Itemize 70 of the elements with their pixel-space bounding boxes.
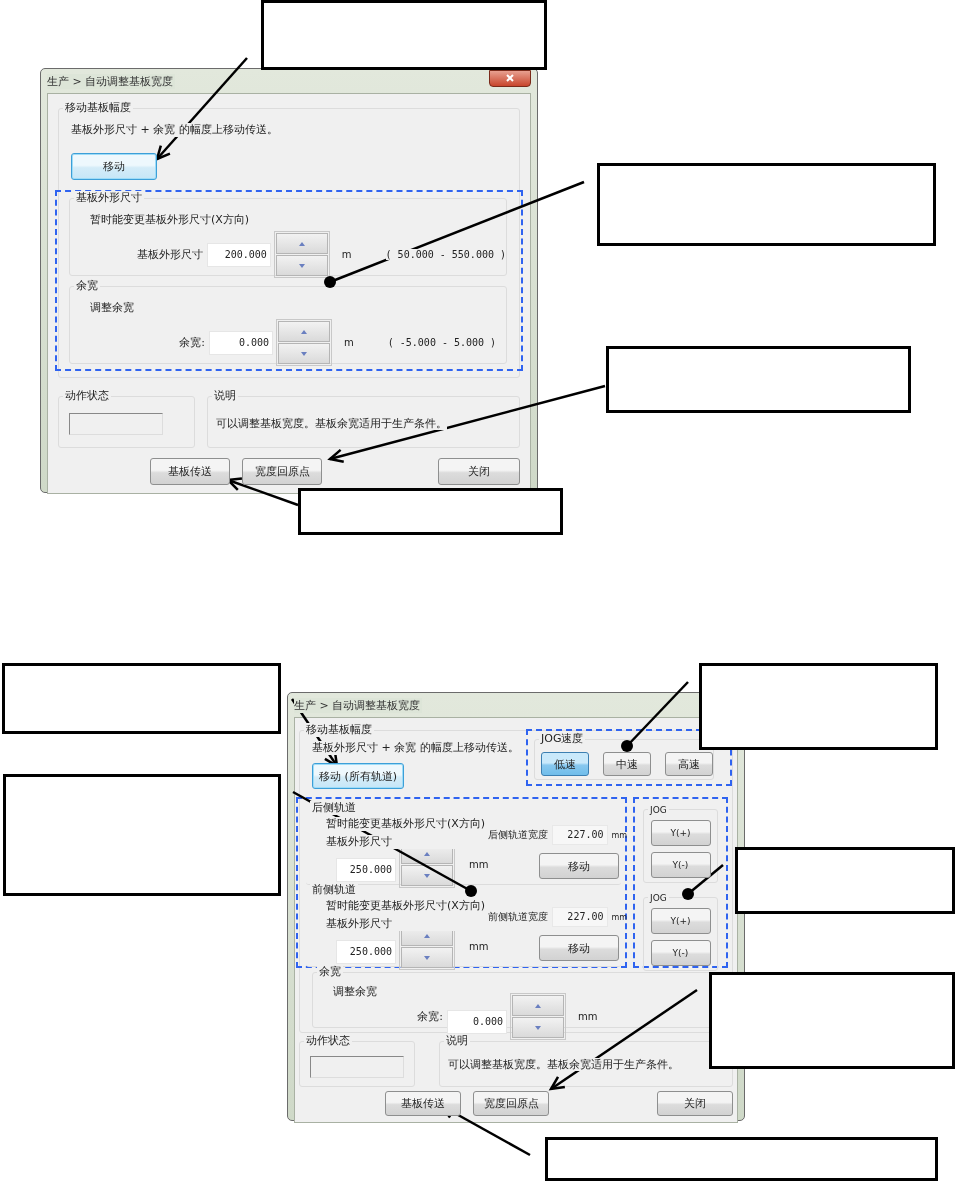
caret-up-icon (535, 1003, 541, 1008)
jog-button[interactable]: Y(+) (650, 908, 711, 934)
caret-down-icon (298, 263, 305, 268)
group-title: 动作状态 (304, 1034, 352, 1048)
dialog-button[interactable]: 宽度回原点 (473, 1091, 549, 1116)
move-button[interactable]: 移动 (所有轨道) (312, 763, 404, 789)
group-title: 后侧轨道 (310, 801, 358, 815)
description-text: 可以调整基板宽度。基板余宽适用于生产条件。 (216, 417, 447, 430)
number-field[interactable]: 0.000 (447, 1009, 507, 1034)
hint-text: 调整余宽 (333, 985, 377, 999)
move-button[interactable]: 移动 (71, 153, 157, 180)
group-title: 基板外形尺寸 (74, 191, 144, 205)
caret-up-icon (301, 329, 307, 334)
close-icon (506, 74, 514, 82)
move-button[interactable]: 移动 (539, 853, 620, 879)
jog-button[interactable]: Y(-) (650, 940, 711, 966)
caret-down-icon (301, 351, 307, 356)
speed-button[interactable]: 高速 (665, 752, 713, 776)
group-title: 余宽 (74, 279, 100, 293)
group-title: 移动基板幅度 (63, 101, 133, 115)
readonly-field: 227.00 (552, 825, 609, 845)
dialog-button[interactable]: 关闭 (657, 1091, 733, 1116)
caret-up-icon (424, 933, 430, 938)
hint-text: 调整余宽 (90, 301, 134, 315)
caret-up-icon (424, 851, 430, 856)
dialog-button[interactable]: 基板传送 (385, 1091, 461, 1116)
unit-label: mm (469, 859, 489, 870)
group-title: 前侧轨道 (310, 883, 358, 897)
group-title: 说明 (212, 389, 238, 403)
group-title: 余宽 (317, 965, 343, 979)
group-title: JOG速度 (539, 732, 586, 746)
speed-button[interactable]: 中速 (603, 752, 651, 776)
group-title: 动作状态 (63, 389, 111, 403)
unit-label: m (341, 249, 352, 260)
window-title: 生产 > 自动调整基板宽度 (47, 73, 176, 89)
unit-label: mm (578, 1011, 598, 1022)
field-label: 前侧轨道宽度 (488, 910, 549, 924)
window-title: 生产 > 自动调整基板宽度 (294, 697, 423, 713)
dialog-button[interactable]: 关闭 (438, 458, 520, 485)
group-title: 说明 (444, 1034, 470, 1048)
number-field[interactable]: 200.000 (207, 242, 271, 267)
readonly-field: 227.00 (552, 907, 609, 927)
unit-label: mm (469, 941, 489, 952)
speed-button[interactable]: 低速 (541, 752, 589, 776)
number-field[interactable]: 0.000 (209, 330, 273, 355)
group-title: JOG (648, 805, 669, 815)
group-title: JOG (648, 893, 669, 903)
caret-down-icon (535, 1025, 541, 1030)
range-label: ( 50.000 - 550.000 ) (385, 249, 506, 260)
caret-down-icon (424, 955, 430, 960)
jog-button[interactable]: Y(-) (650, 852, 711, 878)
number-field[interactable]: 250.000 (336, 857, 396, 882)
caret-up-icon (298, 241, 305, 246)
unit-label: mm (611, 912, 628, 922)
field-label: 后侧轨道宽度 (488, 828, 549, 842)
unit-label: mm (611, 830, 628, 840)
jog-button[interactable]: Y(+) (650, 820, 711, 846)
dialog-button[interactable]: 基板传送 (150, 458, 230, 485)
hint-text: 暂时能变更基板外形尺寸(X方向) (326, 817, 486, 831)
group-title: 移动基板幅度 (304, 723, 374, 737)
move-button[interactable]: 移动 (539, 935, 620, 961)
caret-down-icon (424, 873, 430, 878)
spin-down-button[interactable] (401, 865, 453, 886)
number-field[interactable]: 250.000 (336, 939, 396, 964)
dialog-button[interactable]: 宽度回原点 (242, 458, 322, 485)
range-label: ( -5.000 - 5.000 ) (387, 337, 497, 348)
leader-line (621, 681, 689, 752)
hint-text: 暂时能变更基板外形尺寸(X方向) (90, 213, 250, 227)
hint-text: 暂时能变更基板外形尺寸(X方向) (326, 899, 486, 913)
unit-label: m (344, 337, 354, 348)
